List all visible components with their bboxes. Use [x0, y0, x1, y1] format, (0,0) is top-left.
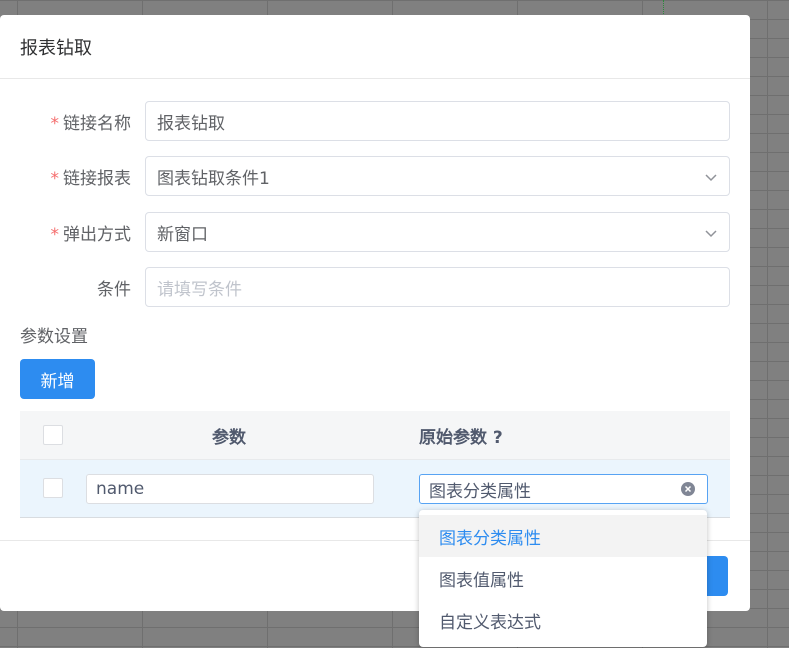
popup-mode-label: * 弹出方式	[50, 224, 132, 245]
link-report-select[interactable]: 图表钻取条件1	[145, 156, 730, 196]
condition-input[interactable]: 请填写条件	[145, 267, 730, 307]
form-row-link-name: * 链接名称 报表钻取	[20, 101, 730, 141]
original-param-select[interactable]: 图表分类属性	[419, 474, 708, 504]
dropdown-option-value[interactable]: 图表值属性	[419, 557, 707, 599]
link-name-label: * 链接名称	[50, 113, 132, 134]
dropdown-option-category[interactable]: 图表分类属性	[419, 515, 707, 557]
select-all-checkbox[interactable]	[43, 425, 63, 445]
form-row-link-report: * 链接报表 图表钻取条件1	[20, 156, 730, 196]
clear-circle-icon[interactable]	[681, 482, 695, 496]
required-mark: *	[50, 168, 60, 189]
chevron-down-icon	[705, 174, 717, 182]
form-row-condition: 条件 请填写条件	[20, 267, 730, 307]
column-header-param: 参数	[212, 427, 246, 448]
popup-mode-select[interactable]: 新窗口	[145, 212, 730, 252]
dialog-header: 报表钻取	[0, 15, 750, 79]
form-row-popup-mode: * 弹出方式 新窗口	[20, 212, 730, 252]
param-table-header: 参数 原始参数 ?	[20, 411, 730, 459]
chevron-down-icon	[705, 230, 717, 238]
param-settings-title: 参数设置	[20, 327, 88, 347]
required-mark: *	[50, 113, 60, 134]
background-guide-line	[663, 0, 664, 16]
condition-label: 条件	[97, 279, 131, 300]
row-checkbox[interactable]	[43, 478, 63, 498]
dropdown-option-custom-expression[interactable]: 自定义表达式	[419, 599, 707, 641]
param-name-input[interactable]: name	[86, 474, 374, 504]
column-header-original: 原始参数 ?	[419, 427, 503, 448]
link-name-input[interactable]: 报表钻取	[145, 101, 730, 141]
original-param-dropdown: 图表分类属性 图表值属性 自定义表达式	[419, 510, 707, 647]
param-table: 参数 原始参数 ? name 图表分类属性	[20, 411, 730, 520]
dialog-title: 报表钻取	[20, 37, 92, 59]
required-mark: *	[50, 224, 60, 245]
add-param-button[interactable]: 新增	[20, 359, 95, 399]
link-report-label: * 链接报表	[50, 168, 132, 189]
